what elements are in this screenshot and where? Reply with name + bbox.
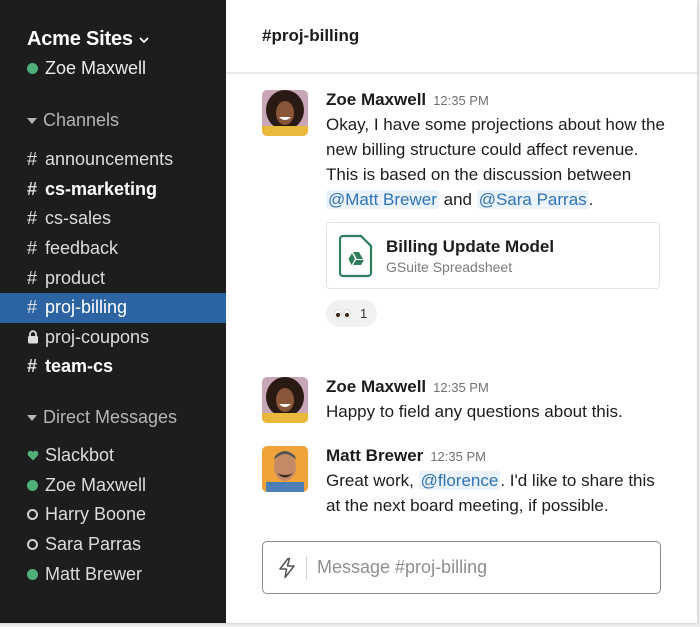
message-item: Matt Brewer 12:35 PM Great work, @floren… [262,446,666,518]
text-segment: Great work, [326,471,419,490]
google-drive-file-icon [339,234,373,277]
direct-messages-section-toggle[interactable]: Direct Messages [27,407,177,428]
message-input[interactable] [317,557,637,578]
hash-icon: # [27,178,38,199]
channel-header: #proj-billing [226,0,697,74]
hash-icon: # [27,267,38,288]
attachment-title[interactable]: Billing Update Model [386,236,554,258]
text-segment: . [588,190,594,209]
avatar-zoe-maxwell[interactable] [262,377,308,423]
message-text: Okay, I have some projections about how … [326,112,666,212]
hash-icon: # [27,149,38,170]
presence-online-icon [27,568,38,580]
caret-down-icon [27,415,37,421]
sidebar-channel-announcements[interactable]: # announcements [0,145,226,175]
dm-label: Slackbot [45,445,115,466]
lock-icon [27,330,45,344]
hash-icon: # [27,356,38,377]
channels-heading: Channels [43,110,120,130]
workspace-switcher[interactable]: Acme Sites [27,28,149,51]
message-item: Zoe Maxwell 12:35 PM Happy to field any … [262,377,666,424]
file-attachment[interactable]: Billing Update Model GSuite Spreadsheet [326,222,660,289]
dm-label: Sara Parras [45,534,142,555]
app-window: Acme Sites Zoe Maxwell Channels # announ… [0,0,697,623]
channel-label: proj-billing [45,297,128,318]
sidebar-channel-cs-marketing[interactable]: # cs-marketing [0,175,226,205]
channels-section-toggle[interactable]: Channels [27,110,119,131]
direct-messages-heading: Direct Messages [43,407,178,427]
eyes-emoji-icon [334,308,352,319]
hash-icon: # [27,238,38,259]
direct-message-list: Slackbot Zoe Maxwell Harry Boone Sara Pa… [0,441,226,589]
dm-label: Zoe Maxwell [45,474,147,495]
mention-matt-brewer[interactable]: @Matt Brewer [326,190,439,209]
mention-sara-parras[interactable]: @Sara Parras [476,190,589,209]
avatar-matt-brewer[interactable] [262,446,308,492]
message-timestamp[interactable]: 12:35 PM [433,380,489,395]
sidebar-channel-proj-coupons[interactable]: proj-coupons [0,323,226,353]
sidebar-channel-product[interactable]: # product [0,263,226,293]
heart-icon [27,450,45,461]
message-body: Matt Brewer 12:35 PM Great work, @floren… [326,446,666,518]
sidebar-dm-harry-boone[interactable]: Harry Boone [0,500,226,530]
hash-icon: # [27,208,38,229]
message-timestamp[interactable]: 12:35 PM [430,449,486,464]
channel-label: proj-coupons [45,326,150,347]
presence-online-icon [27,63,38,74]
sidebar: Acme Sites Zoe Maxwell Channels # announ… [0,0,226,623]
sidebar-dm-zoe-maxwell[interactable]: Zoe Maxwell [0,471,226,501]
message-body: Zoe Maxwell 12:35 PM Okay, I have some p… [326,90,666,327]
sidebar-channel-feedback[interactable]: # feedback [0,234,226,264]
avatar-zoe-maxwell[interactable] [262,90,308,136]
reaction-eyes[interactable]: 1 [326,300,378,327]
sidebar-channel-cs-sales[interactable]: # cs-sales [0,204,226,234]
channel-title[interactable]: #proj-billing [262,26,359,46]
mention-florence[interactable]: @florence [418,471,501,490]
channel-label: product [45,267,106,288]
channel-label: cs-marketing [45,178,158,199]
message-item: Zoe Maxwell 12:35 PM Okay, I have some p… [262,90,666,327]
workspace-name: Acme Sites [27,28,133,50]
sidebar-channel-proj-billing[interactable]: # proj-billing [0,292,226,323]
channel-view: #proj-billing Zoe Maxwell 12:35 PM Okay,… [226,0,697,623]
channel-label: team-cs [45,356,114,377]
message-author[interactable]: Zoe Maxwell [326,377,426,397]
caret-down-icon [27,118,37,124]
chevron-down-icon [139,37,149,43]
message-text: Happy to field any questions about this. [326,402,623,421]
dm-label: Matt Brewer [45,563,143,584]
channel-label: cs-sales [45,208,112,229]
text-segment: and [438,190,477,209]
presence-away-icon [27,509,38,521]
channel-list: # announcements # cs-marketing # cs-sale… [0,145,226,382]
composer-divider [306,555,307,580]
dm-label: Harry Boone [45,504,147,525]
channel-label: announcements [45,149,174,170]
sidebar-dm-matt-brewer[interactable]: Matt Brewer [0,559,226,589]
reaction-count: 1 [360,306,368,321]
text-segment: Okay, I have some projections about how … [326,115,665,184]
message-composer [262,541,661,594]
message-author[interactable]: Matt Brewer [326,446,423,466]
presence-away-icon [27,539,38,551]
hash-icon: # [27,297,38,318]
presence-online-icon [27,479,38,491]
message-text: Great work, @florence. I'd like to share… [326,468,666,518]
current-user-name: Zoe Maxwell [45,58,147,78]
message-timestamp[interactable]: 12:35 PM [433,93,489,108]
sidebar-dm-slackbot[interactable]: Slackbot [0,441,226,471]
current-user[interactable]: Zoe Maxwell [27,58,146,79]
sidebar-dm-sara-parras[interactable]: Sara Parras [0,530,226,560]
attachment-subtitle: GSuite Spreadsheet [386,258,513,275]
message-body: Zoe Maxwell 12:35 PM Happy to field any … [326,377,666,424]
channel-label: feedback [45,238,119,259]
shortcuts-lightning-icon[interactable] [277,557,297,579]
message-author[interactable]: Zoe Maxwell [326,90,426,110]
sidebar-channel-team-cs[interactable]: # team-cs [0,352,226,382]
